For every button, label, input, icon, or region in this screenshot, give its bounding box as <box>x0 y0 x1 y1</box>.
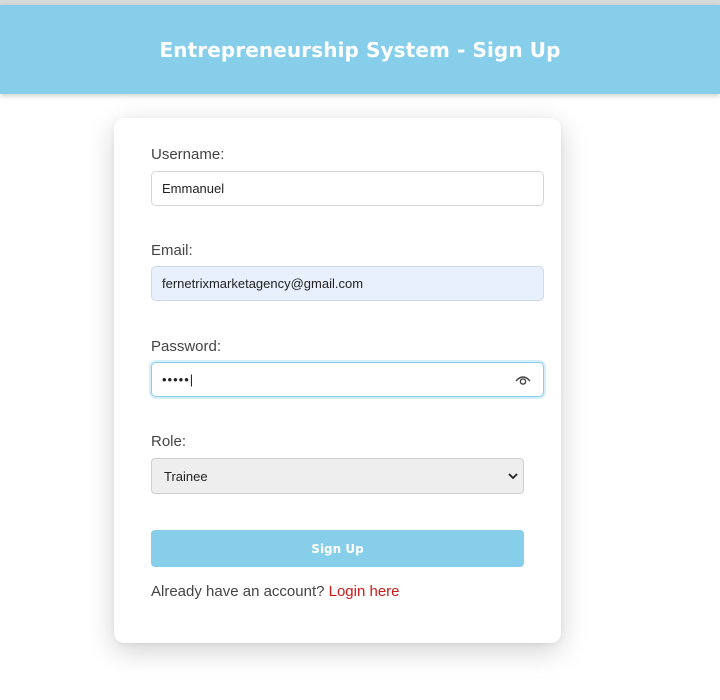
login-link[interactable]: Login here <box>329 583 400 600</box>
role-label: Role: <box>151 433 187 450</box>
username-label: Username: <box>151 146 225 163</box>
sign-up-button[interactable]: Sign Up <box>151 530 524 567</box>
login-prompt: Already have an account? Login here <box>151 583 400 600</box>
email-input[interactable] <box>151 266 544 301</box>
page-header: Entrepreneurship System - Sign Up <box>0 5 720 94</box>
password-input[interactable] <box>151 362 544 397</box>
role-select[interactable]: Trainee <box>151 458 524 494</box>
email-label: Email: <box>151 242 193 259</box>
eye-icon-svg <box>515 376 531 385</box>
username-input[interactable] <box>151 171 544 206</box>
eye-icon[interactable] <box>514 373 532 387</box>
login-prompt-text: Already have an account? <box>151 583 325 600</box>
password-label: Password: <box>151 338 222 355</box>
page-title: Entrepreneurship System - Sign Up <box>159 37 561 62</box>
signup-card: Username: Email: Password: Role: Trainee… <box>114 118 561 643</box>
